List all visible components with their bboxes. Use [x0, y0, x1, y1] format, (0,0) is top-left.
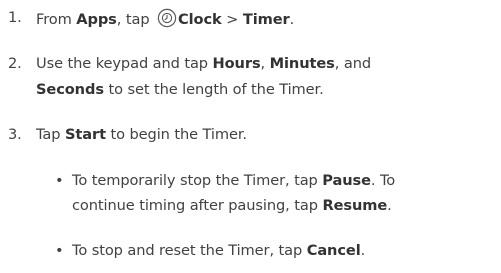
bullet-2-symbol: •: [55, 242, 64, 259]
step-2-number: 2.: [8, 55, 22, 72]
seconds-label: Seconds: [36, 81, 104, 98]
step-2-seg-0: Use the keypad and tap: [36, 55, 213, 72]
step-2-seg-5: to set the length of the Timer.: [103, 81, 324, 98]
step-1-seg-2: , tap: [116, 11, 155, 28]
step-1-seg-6: .: [289, 11, 295, 28]
step-3-text: Tap Start to begin the Timer.: [36, 125, 247, 145]
resume-label: Resume: [322, 197, 388, 214]
step-1-text: From Apps, tap Clock > Timer.: [36, 8, 294, 34]
bullet-1-seg-2: . To: [370, 172, 396, 189]
start-label: Start: [64, 126, 106, 143]
step-3-seg-0: Tap: [36, 126, 65, 143]
minutes-label: Minutes: [269, 55, 335, 72]
apps-label: Apps: [76, 11, 117, 28]
bullet-1-line-1: To temporarily stop the Timer, tap Pause…: [72, 171, 395, 191]
step-2-seg-2: ,: [260, 55, 270, 72]
pause-label: Pause: [322, 172, 371, 189]
step-2-line-1: Use the keypad and tap Hours, Minutes, a…: [36, 54, 371, 74]
bullet-2-seg-2: .: [360, 242, 366, 259]
step-2-line-2: Seconds to set the length of the Timer.: [36, 80, 324, 100]
step-2-seg-4: , and: [334, 55, 372, 72]
bullet-2-seg-0: To stop and reset the Timer, tap: [72, 242, 307, 259]
clock-label: Clock: [178, 11, 222, 28]
bullet-1-seg-0: To temporarily stop the Timer, tap: [72, 172, 323, 189]
step-3-number: 3.: [8, 126, 22, 143]
bullet-2-line-1: To stop and reset the Timer, tap Cancel.: [72, 241, 365, 261]
step-1-seg-4: >: [221, 11, 243, 28]
hours-label: Hours: [212, 55, 261, 72]
bullet-1-seg-5: .: [387, 197, 392, 214]
step-1-seg-0: From: [36, 11, 77, 28]
bullet-1-line-2: continue timing after pausing, tap Resum…: [72, 196, 392, 216]
cancel-label: Cancel: [306, 242, 361, 259]
bullet-1-seg-3: continue timing after pausing, tap: [72, 197, 323, 214]
timer-label: Timer: [242, 11, 290, 28]
step-3-seg-2: to begin the Timer.: [105, 126, 248, 143]
clock-app-icon: [157, 8, 177, 34]
bullet-1-symbol: •: [55, 172, 64, 189]
step-1-number: 1.: [8, 9, 22, 26]
